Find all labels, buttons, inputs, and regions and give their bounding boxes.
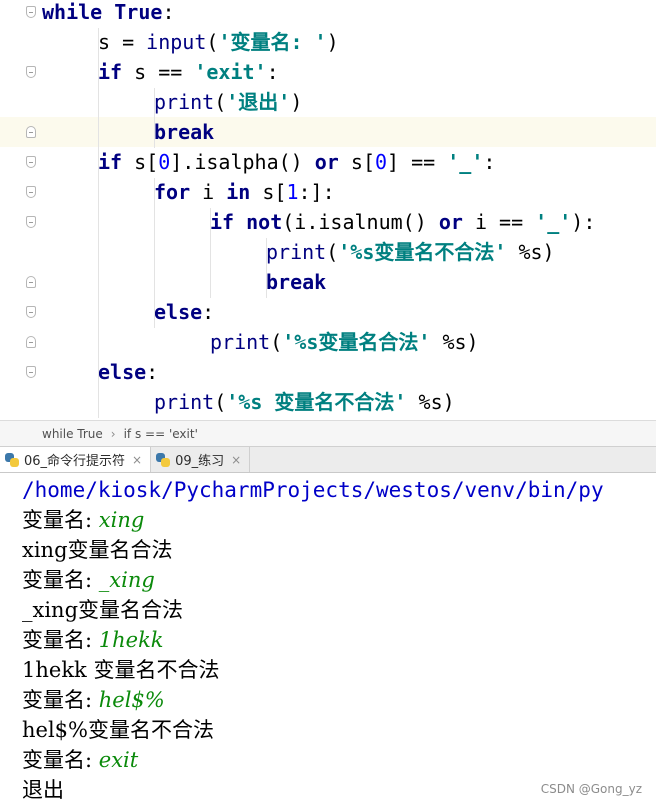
console-prompt-line[interactable]: 变量名: hel$% bbox=[22, 685, 165, 715]
indent-guide bbox=[210, 208, 211, 298]
breadcrumb-item-if[interactable]: if s == 'exit' bbox=[124, 427, 198, 441]
prompt-text: 变量名: bbox=[22, 748, 99, 772]
console-output-line[interactable]: _xing变量名合法 bbox=[22, 595, 183, 625]
interpreter-path[interactable]: /home/kiosk/PycharmProjects/westos/venv/… bbox=[22, 475, 604, 505]
indent-guide bbox=[266, 238, 267, 298]
breadcrumb-separator-icon: › bbox=[110, 426, 116, 441]
fold-marker-icon[interactable] bbox=[26, 156, 36, 168]
tab-09-exercise[interactable]: 09_练习 × bbox=[151, 447, 251, 472]
code-text[interactable]: if s == 'exit': bbox=[98, 57, 279, 87]
prompt-text: 变量名: bbox=[22, 508, 99, 532]
code-text[interactable]: break bbox=[154, 117, 214, 147]
console-output-line[interactable]: 1hekk 变量名不合法 bbox=[22, 655, 219, 685]
user-input-text: xing bbox=[98, 508, 145, 532]
code-text[interactable]: for i in s[1:]: bbox=[154, 177, 335, 207]
fold-marker-icon[interactable] bbox=[26, 66, 36, 78]
fold-marker-icon[interactable] bbox=[26, 306, 36, 318]
breadcrumb: while True › if s == 'exit' bbox=[0, 420, 656, 446]
watermark: CSDN @Gong_yz bbox=[540, 782, 642, 796]
run-tab-bar: 06_命令行提示符 × 09_练习 × bbox=[0, 446, 656, 473]
code-text[interactable]: print('%s 变量名不合法' %s) bbox=[154, 387, 455, 417]
user-input-text: exit bbox=[98, 748, 139, 772]
close-icon[interactable]: × bbox=[132, 453, 142, 467]
tab-label: 06_命令行提示符 bbox=[24, 454, 126, 469]
console-output-line[interactable]: 退出 bbox=[22, 775, 64, 804]
console-output-line[interactable]: xing变量名合法 bbox=[22, 535, 173, 565]
code-text[interactable]: if s[0].isalpha() or s[0] == '_': bbox=[98, 147, 495, 177]
code-editor[interactable]: while True: s = input('变量名: ') if s == 'ex… bbox=[0, 0, 656, 420]
code-text[interactable]: print('%s变量名不合法' %s) bbox=[266, 237, 555, 267]
fold-marker-icon[interactable] bbox=[26, 336, 36, 348]
code-text[interactable]: else: bbox=[98, 357, 158, 387]
code-text[interactable]: print('退出') bbox=[154, 87, 302, 117]
console-prompt-line[interactable]: 变量名: 1hekk bbox=[22, 625, 164, 655]
console-output-line[interactable]: hel$%变量名不合法 bbox=[22, 715, 214, 745]
python-file-icon bbox=[155, 452, 171, 468]
code-text[interactable]: print('%s变量名合法' %s) bbox=[210, 327, 479, 357]
prompt-text: 变量名: bbox=[22, 568, 99, 592]
indent-guide bbox=[154, 178, 155, 328]
fold-marker-icon[interactable] bbox=[26, 186, 36, 198]
run-console[interactable]: /home/kiosk/PycharmProjects/westos/venv/… bbox=[0, 473, 656, 804]
code-text[interactable]: else: bbox=[154, 297, 214, 327]
user-input-text: _xing bbox=[98, 568, 155, 592]
code-text[interactable]: while True: bbox=[42, 0, 174, 27]
fold-marker-icon[interactable] bbox=[26, 276, 36, 288]
console-prompt-line[interactable]: 变量名: _xing bbox=[22, 565, 155, 595]
code-line[interactable]: while True: bbox=[0, 0, 656, 27]
code-text[interactable]: s = input('变量名: ') bbox=[98, 27, 339, 57]
fold-marker-icon[interactable] bbox=[26, 6, 36, 18]
prompt-text: 变量名: bbox=[22, 628, 99, 652]
code-text[interactable]: break bbox=[266, 267, 326, 297]
user-input-text: hel$% bbox=[98, 688, 165, 712]
tab-06-command-prompt[interactable]: 06_命令行提示符 × bbox=[0, 447, 152, 472]
breadcrumb-item-while[interactable]: while True bbox=[42, 427, 103, 441]
user-input-text: 1hekk bbox=[98, 628, 164, 652]
fold-marker-icon[interactable] bbox=[26, 216, 36, 228]
fold-marker-icon[interactable] bbox=[26, 366, 36, 378]
console-prompt-line[interactable]: 变量名: exit bbox=[22, 745, 138, 775]
close-icon[interactable]: × bbox=[231, 453, 241, 467]
code-text[interactable]: if not(i.isalnum() or i == '_'): bbox=[210, 207, 595, 237]
console-prompt-line[interactable]: 变量名: xing bbox=[22, 505, 144, 535]
indent-guide bbox=[154, 88, 155, 148]
tab-label: 09_练习 bbox=[175, 454, 225, 469]
indent-guide bbox=[98, 28, 99, 418]
prompt-text: 变量名: bbox=[22, 688, 99, 712]
python-file-icon bbox=[4, 452, 20, 468]
fold-marker-icon[interactable] bbox=[26, 126, 36, 138]
